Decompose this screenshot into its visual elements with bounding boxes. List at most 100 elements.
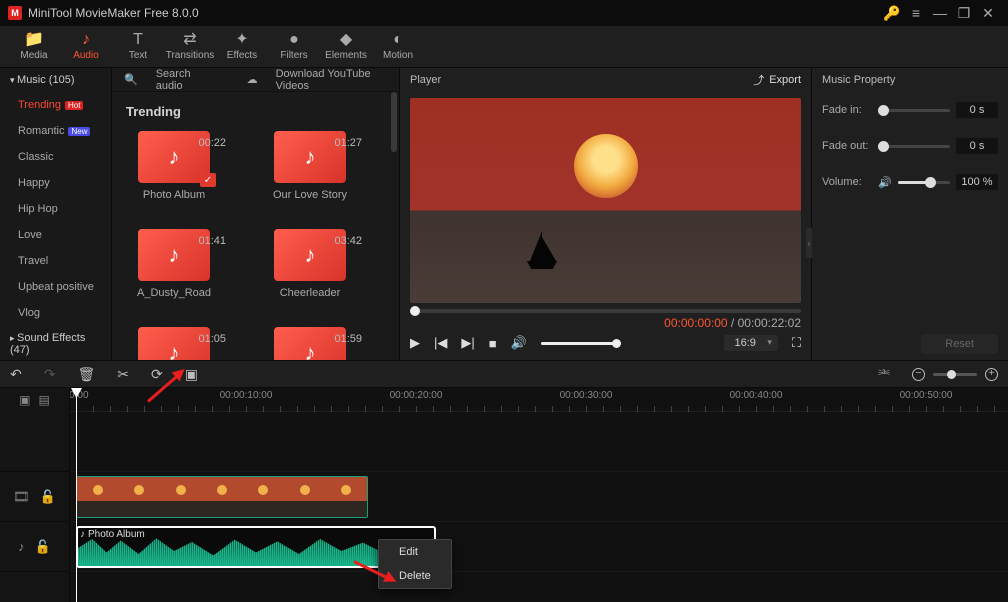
prev-frame-icon[interactable]: |◀: [434, 335, 447, 351]
undo-icon[interactable]: ↶: [10, 366, 22, 383]
sidebar-music-head[interactable]: Music (105): [0, 68, 111, 92]
stop-icon[interactable]: ■: [489, 336, 497, 351]
reset-button[interactable]: Reset: [921, 334, 998, 354]
timeline-collapse-icon[interactable]: ▣: [19, 393, 30, 407]
sidebar-item-love[interactable]: Love: [0, 222, 111, 248]
ruler-label: 00:00:20:00: [390, 390, 443, 401]
media-icon: 📁: [24, 32, 44, 48]
playback-slider[interactable]: [410, 309, 801, 313]
aspect-ratio-select[interactable]: 16:9: [724, 335, 777, 351]
sidebar-item-label: Upbeat positive: [18, 281, 94, 293]
ruler-label: 00:00:10:00: [220, 390, 273, 401]
sidebar-item-upbeat-positive[interactable]: Upbeat positive: [0, 274, 111, 300]
license-key-icon[interactable]: 🔑: [880, 1, 904, 25]
search-audio-link[interactable]: Search audio: [156, 68, 211, 92]
sidebar-item-classic[interactable]: Classic: [0, 144, 111, 170]
delete-icon[interactable]: 🗑: [77, 366, 95, 383]
menu-icon[interactable]: ≡: [904, 1, 928, 25]
sidebar-item-label: Hip Hop: [18, 203, 58, 215]
sidebar-item-vlog[interactable]: Vlog: [0, 300, 111, 326]
audio-track-thumb[interactable]: ♪ 00:22 Photo Album: [122, 131, 226, 201]
fadein-slider[interactable]: [878, 109, 950, 112]
audio-track-icon[interactable]: ♪: [18, 539, 25, 554]
tab-elements[interactable]: ◆Elements: [320, 26, 372, 67]
volume-label: Volume:: [822, 176, 872, 188]
video-clip[interactable]: 🎞1›: [76, 476, 368, 518]
audio-clip-name: Photo Album: [88, 529, 145, 540]
time-current: 00:00:00:00: [664, 316, 727, 330]
video-track-icon[interactable]: 🎞: [13, 489, 30, 505]
audio-track-thumb[interactable]: ♪ 03:42 Cheerleader: [258, 229, 362, 299]
audio-lock-icon[interactable]: 🔓: [35, 539, 51, 555]
sidebar-sfx-head[interactable]: Sound Effects (47): [0, 326, 111, 360]
split-icon[interactable]: ✂: [117, 366, 129, 383]
sidebar-item-hip-hop[interactable]: Hip Hop: [0, 196, 111, 222]
audio-track-thumb[interactable]: ♪ 01:27 Our Love Story: [258, 131, 362, 201]
tab-text[interactable]: TText: [112, 26, 164, 67]
fadeout-value[interactable]: 0 s: [956, 138, 998, 154]
player-preview[interactable]: [410, 98, 801, 303]
tab-label: Effects: [227, 50, 257, 61]
download-icon[interactable]: ☁: [247, 73, 258, 86]
track-duration: 01:05: [198, 333, 226, 345]
tab-motion[interactable]: ◐Motion: [372, 26, 424, 67]
sidebar-item-happy[interactable]: Happy: [0, 170, 111, 196]
sidebar-item-romantic[interactable]: RomanticNew: [0, 118, 111, 144]
export-icon: ⤴: [753, 72, 764, 88]
tab-media[interactable]: 📁Media: [8, 26, 60, 67]
fadein-label: Fade in:: [822, 104, 872, 116]
audio-track-thumb[interactable]: ♪ 01:05 Challenge: [122, 327, 226, 360]
playback-time: 00:00:00:00 / 00:00:22:02: [400, 313, 811, 330]
zoom-in-icon[interactable]: +: [985, 368, 998, 381]
export-label: Export: [769, 74, 801, 86]
audio-track-thumb[interactable]: ♪ 01:59 Baby: [258, 327, 362, 360]
close-icon[interactable]: ✕: [976, 1, 1000, 25]
video-lock-icon[interactable]: 🔓: [40, 489, 56, 505]
library-scrollbar[interactable]: [391, 92, 397, 358]
tab-label: Audio: [73, 50, 99, 61]
track-name: A_Dusty_Road: [137, 287, 211, 299]
minimize-icon[interactable]: —: [928, 1, 952, 25]
fadein-value[interactable]: 0 s: [956, 102, 998, 118]
redo-icon[interactable]: ↷: [44, 366, 56, 383]
fadeout-slider[interactable]: [878, 145, 950, 148]
app-logo-icon: M: [8, 6, 22, 20]
speaker-icon[interactable]: 🔊: [878, 176, 892, 189]
search-icon[interactable]: 🔍: [124, 73, 138, 86]
ruler-label: 00:00:40:00: [730, 390, 783, 401]
ruler-label: 00:00:50:00: [900, 390, 953, 401]
volume-icon[interactable]: 🔊: [511, 335, 527, 351]
context-edit[interactable]: Edit: [379, 540, 451, 564]
timeline-expand-icon[interactable]: ▤: [39, 393, 50, 407]
sidebar-item-trending[interactable]: TrendingHot: [0, 92, 111, 118]
fit-icon[interactable]: ⎃: [878, 366, 890, 383]
tab-audio[interactable]: ♪Audio: [60, 26, 112, 67]
volume-value[interactable]: 100 %: [956, 174, 998, 190]
audio-sidebar: Music (105) TrendingHotRomanticNewClassi…: [0, 68, 112, 360]
tab-filters[interactable]: ●Filters: [268, 26, 320, 67]
maximize-icon[interactable]: ❐: [952, 1, 976, 25]
download-youtube-link[interactable]: Download YouTube Videos: [276, 68, 387, 92]
audio-track-thumb[interactable]: ♪ 01:41 A_Dusty_Road: [122, 229, 226, 299]
export-button[interactable]: ⤴ Export: [753, 72, 801, 88]
panel-collapse-icon[interactable]: ›: [806, 228, 812, 258]
prop-volume-slider[interactable]: [898, 181, 950, 184]
zoom-slider[interactable]: [933, 373, 977, 376]
transitions-icon: ⇄: [183, 32, 196, 48]
play-icon[interactable]: ▶: [410, 335, 420, 351]
fadeout-label: Fade out:: [822, 140, 872, 152]
elements-icon: ◆: [340, 32, 352, 48]
sidebar-item-travel[interactable]: Travel: [0, 248, 111, 274]
fullscreen-icon[interactable]: ⛶: [792, 335, 801, 351]
zoom-out-icon[interactable]: −: [912, 368, 925, 381]
track-name: Photo Album: [143, 189, 205, 201]
text-icon: T: [133, 32, 143, 48]
time-total: 00:00:22:02: [738, 316, 801, 330]
tab-effects[interactable]: ✦Effects: [216, 26, 268, 67]
main-tabs: 📁Media♪AudioTText⇄Transitions✦Effects●Fi…: [0, 26, 1008, 68]
next-frame-icon[interactable]: ▶|: [461, 335, 474, 351]
player-volume-slider[interactable]: [541, 342, 621, 345]
tab-transitions[interactable]: ⇄Transitions: [164, 26, 216, 67]
playhead[interactable]: [76, 388, 77, 602]
speed-icon[interactable]: ⟳: [151, 366, 163, 383]
